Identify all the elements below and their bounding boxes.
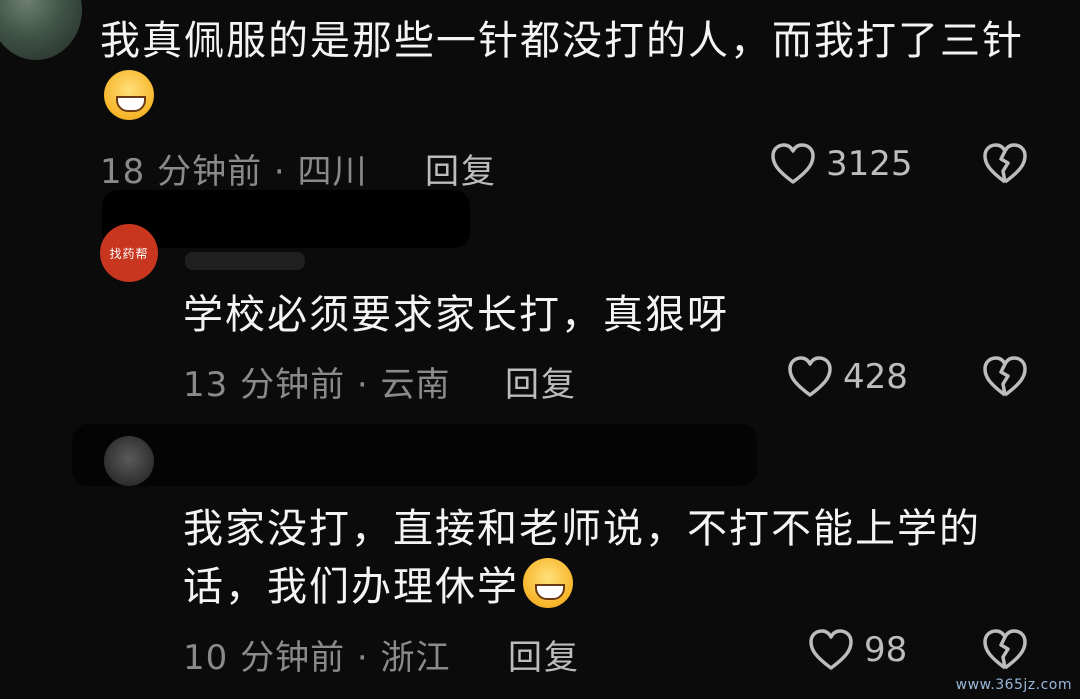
comment-text-body: 我家没打，直接和老师说，不打不能上学的话，我们办理休学 <box>183 506 981 610</box>
comment-timestamp-location: 13 分钟前 · 云南 <box>183 365 451 405</box>
laughing-tears-emoji-icon <box>104 70 154 120</box>
comment-timestamp-location: 18 分钟前 · 四川 <box>100 152 368 192</box>
broken-heart-icon <box>982 143 1028 185</box>
avatar-label: 找药帮 <box>109 246 149 261</box>
comment-text: 学校必须要求家长打，真狠呀 <box>183 292 729 338</box>
like-count: 98 <box>864 630 908 670</box>
comment-timestamp-location: 10 分钟前 · 浙江 <box>183 638 451 678</box>
heart-outline-icon <box>770 143 816 185</box>
heart-outline-icon <box>787 356 833 398</box>
replier-avatar[interactable] <box>104 436 154 486</box>
replier-avatar[interactable]: 找药帮 <box>100 224 158 282</box>
like-button[interactable]: 428 <box>787 356 908 398</box>
reply-button[interactable]: 回复 <box>425 144 497 193</box>
comment-text-body: 我真佩服的是那些一针都没打的人，而我打了三针 <box>100 18 1024 64</box>
watermark: www.365jz.com <box>955 677 1072 693</box>
dislike-button[interactable] <box>982 143 1028 185</box>
like-button[interactable]: 98 <box>808 629 907 671</box>
redacted-region <box>72 424 757 486</box>
heart-outline-icon <box>808 629 854 671</box>
redacted-username <box>185 252 305 270</box>
like-count: 428 <box>843 357 908 397</box>
reply-button[interactable]: 回复 <box>505 357 577 406</box>
comment-text: 我真佩服的是那些一针都没打的人，而我打了三针 <box>100 12 1030 128</box>
comment-text: 我家没打，直接和老师说，不打不能上学的话，我们办理休学 <box>183 500 1063 616</box>
like-button[interactable]: 3125 <box>770 143 913 185</box>
broken-heart-icon <box>982 629 1028 671</box>
reply-button[interactable]: 回复 <box>508 630 580 679</box>
broken-heart-icon <box>982 356 1028 398</box>
dislike-button[interactable] <box>982 356 1028 398</box>
redacted-region <box>102 190 470 248</box>
like-count: 3125 <box>826 144 913 184</box>
dislike-button[interactable] <box>982 629 1028 671</box>
grin-sweat-emoji-icon <box>523 558 573 608</box>
commenter-avatar[interactable] <box>0 0 82 60</box>
